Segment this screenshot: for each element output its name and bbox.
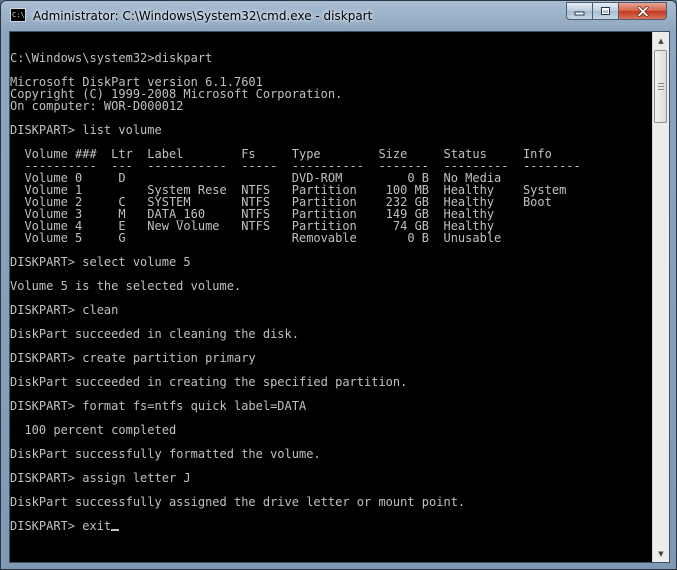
scroll-down-button[interactable]: ▼ [653, 545, 669, 562]
console-output[interactable]: C:\Windows\system32>diskpart Microsoft D… [10, 32, 652, 562]
console-line: On computer: WOR-D000012 [10, 99, 184, 113]
console-line: 100 percent completed [10, 423, 177, 437]
close-icon [636, 5, 649, 17]
scroll-up-button[interactable]: ▲ [653, 32, 669, 49]
console-line: DiskPart successfully formatted the volu… [10, 447, 321, 461]
minimize-icon [574, 11, 585, 15]
console-line: DISKPART> assign letter J [10, 471, 191, 485]
console-line: DiskPart succeeded in creating the speci… [10, 375, 408, 389]
title-bar[interactable]: C:\ Administrator: C:\Windows\System32\c… [1, 1, 676, 33]
cmd-app-icon[interactable]: C:\ [10, 8, 26, 22]
grip-line [658, 86, 664, 87]
console-text: C:\Windows\system32>diskpart Microsoft D… [10, 32, 652, 532]
scroll-down-arrow-icon: ▼ [658, 549, 664, 558]
console-line: C:\Windows\system32>diskpart [10, 51, 213, 65]
vertical-scrollbar[interactable]: ▲ ▼ [652, 32, 669, 562]
maximize-button[interactable] [592, 2, 619, 20]
console-line: DISKPART> format fs=ntfs quick label=DAT… [10, 399, 307, 413]
grip-line [658, 89, 664, 90]
console-line: DISKPART> list volume [10, 123, 162, 137]
console-line: DISKPART> select volume 5 [10, 255, 191, 269]
console-line: Volume 5 is the selected volume. [10, 279, 242, 293]
console-line: Volume 5 G Removable 0 B Unusable [10, 231, 502, 245]
scroll-up-arrow-icon: ▲ [658, 36, 664, 45]
close-button[interactable] [618, 2, 667, 20]
scroll-thumb[interactable] [654, 50, 667, 123]
window-title: Administrator: C:\Windows\System32\cmd.e… [33, 9, 373, 23]
console-line: DiskPart succeeded in cleaning the disk. [10, 327, 299, 341]
cmd-window: C:\ Administrator: C:\Windows\System32\c… [0, 0, 677, 570]
console-line: DISKPART> exit [10, 519, 112, 533]
console-line: DiskPart successfully assigned the drive… [10, 495, 466, 509]
grip-line [658, 83, 664, 84]
minimize-button[interactable] [566, 2, 593, 20]
maximize-icon [601, 7, 610, 15]
text-cursor [111, 529, 120, 531]
console-line: DISKPART> create partition primary [10, 351, 256, 365]
console-client-area: C:\Windows\system32>diskpart Microsoft D… [9, 31, 670, 563]
console-line: DISKPART> clean [10, 303, 119, 317]
